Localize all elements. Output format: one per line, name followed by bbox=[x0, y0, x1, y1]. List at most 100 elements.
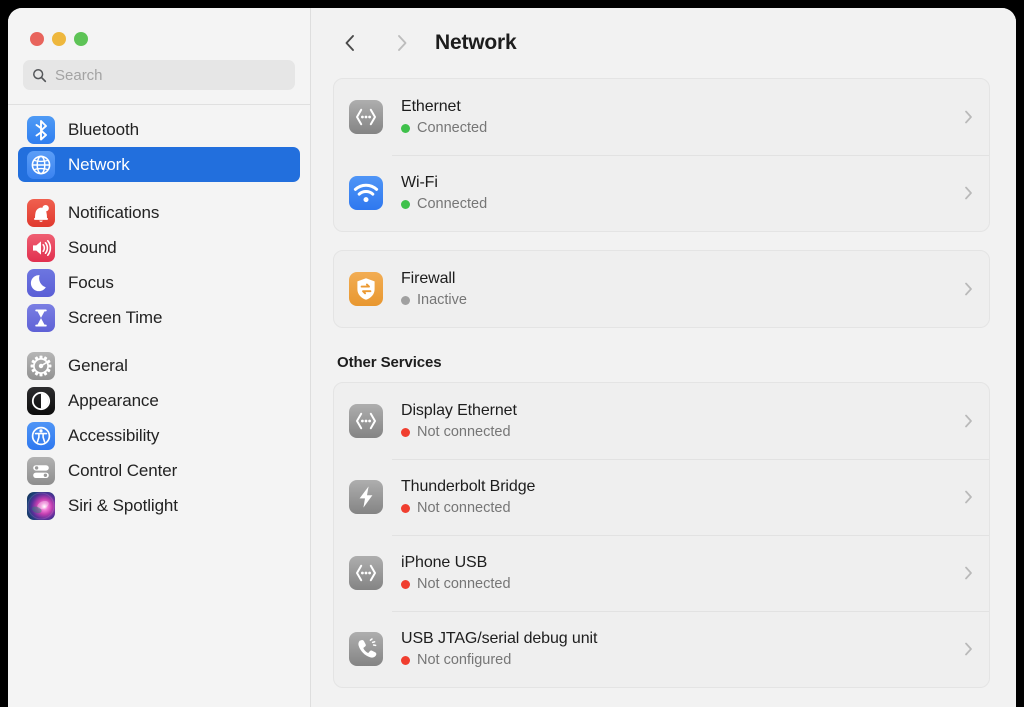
service-row[interactable]: Wi-Fi Connected bbox=[334, 155, 989, 231]
chevron-right-icon bbox=[964, 281, 973, 297]
sidebar-item-label: Network bbox=[68, 155, 130, 175]
forward-button[interactable] bbox=[385, 26, 419, 60]
status-label: Inactive bbox=[417, 292, 467, 308]
search-container bbox=[8, 60, 310, 90]
siri-icon bbox=[27, 492, 55, 520]
sidebar-item-siri-spotlight[interactable]: Siri & Spotlight bbox=[18, 488, 300, 523]
disclosure-chevron[interactable] bbox=[964, 413, 973, 429]
network-interfaces-card: EthernetConnected Wi-Fi Connected bbox=[333, 78, 990, 232]
sidebar-item-label: Bluetooth bbox=[68, 120, 139, 140]
search-input[interactable] bbox=[55, 67, 286, 84]
main-pane: Network EthernetConnectedWi-FiConnected … bbox=[311, 8, 1016, 707]
chevron-right-icon bbox=[964, 489, 973, 505]
sidebar-item-label: Accessibility bbox=[68, 426, 159, 446]
chevron-right-icon bbox=[964, 185, 973, 201]
service-title: Display Ethernet bbox=[401, 402, 964, 420]
service-text: iPhone USBNot connected bbox=[401, 554, 964, 592]
sidebar-item-network[interactable]: Network bbox=[18, 147, 300, 182]
status-label: Not connected bbox=[417, 424, 511, 440]
service-title: Firewall bbox=[401, 270, 964, 288]
status-dot bbox=[401, 656, 410, 665]
status-badge: Not connected bbox=[401, 576, 964, 592]
service-text: Thunderbolt Bridge Not connected bbox=[401, 478, 964, 516]
sidebar-item-label: Screen Time bbox=[68, 308, 162, 328]
accessibility-icon bbox=[27, 422, 55, 450]
close-window-button[interactable] bbox=[30, 32, 44, 46]
maximize-window-button[interactable] bbox=[74, 32, 88, 46]
back-button[interactable] bbox=[333, 26, 367, 60]
service-row[interactable]: Display Ethernet Not connected bbox=[334, 383, 989, 459]
gear-icon bbox=[27, 352, 55, 380]
sidebar-item-appearance[interactable]: Appearance bbox=[18, 383, 300, 418]
sidebar-item-label: General bbox=[68, 356, 128, 376]
thunderbolt-icon bbox=[349, 480, 383, 514]
disclosure-chevron[interactable] bbox=[964, 565, 973, 581]
status-badge: Inactive bbox=[401, 292, 964, 308]
card-spacer bbox=[333, 232, 990, 250]
service-row[interactable]: EthernetConnected bbox=[334, 79, 989, 155]
moon-icon bbox=[27, 269, 55, 297]
bell-icon bbox=[27, 199, 55, 227]
disclosure-chevron[interactable] bbox=[964, 109, 973, 125]
sidebar-item-label: Siri & Spotlight bbox=[68, 496, 178, 516]
disclosure-chevron[interactable] bbox=[964, 489, 973, 505]
status-dot bbox=[401, 124, 410, 133]
service-row[interactable]: Thunderbolt Bridge Not connected bbox=[334, 459, 989, 535]
disclosure-chevron[interactable] bbox=[964, 185, 973, 201]
control-center-icon bbox=[27, 457, 55, 485]
sidebar-group-2: General Appearance Accessibility Control Ce… bbox=[18, 343, 300, 531]
disclosure-chevron[interactable] bbox=[964, 641, 973, 657]
status-badge: Not connected bbox=[401, 500, 964, 516]
service-title: Wi-Fi bbox=[401, 174, 964, 192]
status-dot bbox=[401, 200, 410, 209]
page-title: Network bbox=[435, 31, 516, 55]
sidebar-item-sound[interactable]: Sound bbox=[18, 230, 300, 265]
service-text: Display Ethernet Not connected bbox=[401, 402, 964, 440]
wifi-icon bbox=[349, 176, 383, 210]
chevron-right-icon bbox=[964, 109, 973, 125]
chevron-right-icon bbox=[964, 641, 973, 657]
status-label: Not configured bbox=[417, 652, 511, 668]
search-box[interactable] bbox=[23, 60, 295, 90]
service-text: EthernetConnected bbox=[401, 98, 964, 136]
sidebar-item-label: Notifications bbox=[68, 203, 159, 223]
hourglass-icon bbox=[27, 304, 55, 332]
status-dot bbox=[401, 296, 410, 305]
service-title: Thunderbolt Bridge bbox=[401, 478, 964, 496]
status-label: Connected bbox=[417, 196, 487, 212]
settings-window: Bluetooth Network Notifications Sound Focus S… bbox=[8, 8, 1016, 707]
service-row[interactable]: Firewall Inactive bbox=[334, 251, 989, 327]
status-badge: Connected bbox=[401, 196, 964, 212]
globe-icon bbox=[27, 151, 55, 179]
sidebar-item-label: Control Center bbox=[68, 461, 177, 481]
sidebar-item-focus[interactable]: Focus bbox=[18, 265, 300, 300]
traffic-lights bbox=[8, 8, 310, 60]
speaker-icon bbox=[27, 234, 55, 262]
sidebar-group-0: Bluetooth Network bbox=[18, 112, 300, 190]
chevron-right-icon bbox=[964, 565, 973, 581]
sidebar-item-notifications[interactable]: Notifications bbox=[18, 195, 300, 230]
chevron-left-icon bbox=[344, 33, 356, 53]
sidebar-item-screen-time[interactable]: Screen Time bbox=[18, 300, 300, 335]
sidebar-group-1: Notifications Sound Focus Screen Time bbox=[18, 190, 300, 343]
minimize-window-button[interactable] bbox=[52, 32, 66, 46]
sidebar: Bluetooth Network Notifications Sound Focus S… bbox=[8, 8, 311, 707]
service-row[interactable]: iPhone USBNot connected bbox=[334, 535, 989, 611]
status-badge: Not configured bbox=[401, 652, 964, 668]
sidebar-item-label: Appearance bbox=[68, 391, 159, 411]
sidebar-item-accessibility[interactable]: Accessibility bbox=[18, 418, 300, 453]
service-row[interactable]: USB JTAG/serial debug unitNot configured bbox=[334, 611, 989, 687]
service-title: Ethernet bbox=[401, 98, 964, 116]
sidebar-item-bluetooth[interactable]: Bluetooth bbox=[18, 112, 300, 147]
sidebar-nav-list: Bluetooth Network Notifications Sound Focus S… bbox=[8, 105, 310, 531]
ethernet-icon bbox=[349, 100, 383, 134]
sidebar-item-label: Focus bbox=[68, 273, 114, 293]
disclosure-chevron[interactable] bbox=[964, 281, 973, 297]
ethernet-icon bbox=[349, 404, 383, 438]
toolbar: Network bbox=[311, 8, 1016, 78]
sidebar-item-general[interactable]: General bbox=[18, 348, 300, 383]
ethernet-icon bbox=[349, 556, 383, 590]
chevron-right-icon bbox=[396, 33, 408, 53]
search-icon bbox=[32, 68, 47, 83]
sidebar-item-control-center[interactable]: Control Center bbox=[18, 453, 300, 488]
